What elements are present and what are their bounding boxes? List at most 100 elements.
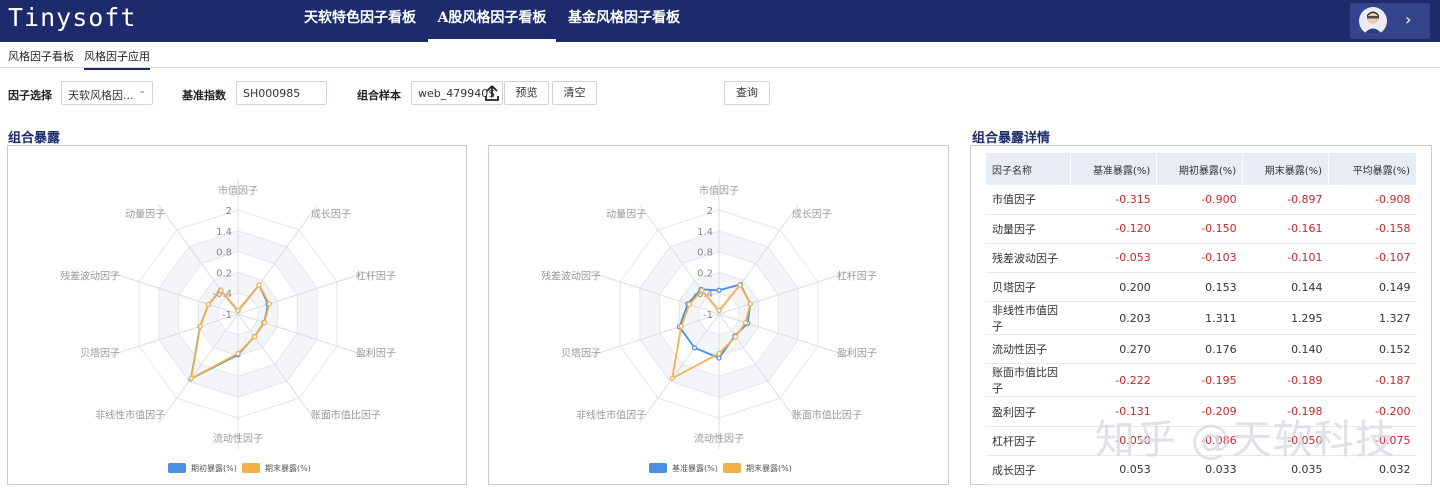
table-row: 残差波动因子 -0.053 -0.103 -0.101 -0.107 bbox=[986, 243, 1417, 274]
exposure-value-cell: 0.200 bbox=[1070, 272, 1157, 303]
radar-point bbox=[686, 301, 692, 307]
radar-point bbox=[218, 287, 224, 294]
radar-axis-label: 账面市值比因子 bbox=[311, 408, 381, 421]
radar-axis-label: 市值因子 bbox=[699, 184, 739, 197]
exposure-value-cell: -0.101 bbox=[1242, 243, 1329, 274]
exposure-detail-panel: 因子名称 基准暴露(%) 期初暴露(%) 期末暴露(%) 平均暴露(%) 市值因… bbox=[970, 145, 1432, 486]
factor-name-cell: 流动性因子 bbox=[986, 334, 1071, 365]
radar-point bbox=[188, 375, 194, 381]
radar-chart-panel-2: 2 1.4 0.8 0.2 -0.4 -1 市值因子 成长因子 杠杆因子 盈利因子 账面市值比因子流… bbox=[488, 145, 949, 485]
exposure-value-cell: 1.295 bbox=[1242, 301, 1329, 336]
subtab-style-application[interactable]: 风格因子应用 bbox=[84, 48, 150, 70]
table-row: 账面市值比因子 -0.222 -0.195 -0.189 -0.187 bbox=[986, 363, 1417, 398]
radar-point bbox=[261, 319, 268, 326]
top-nav-bar: Tinysoft 天软特色因子看板 A股风格因子看板 基金风格因子看板 › bbox=[0, 0, 1440, 42]
nav-tab-tinysoft-factors[interactable]: 天软特色因子看板 bbox=[300, 0, 420, 42]
factor-name-cell: 非线性市值因子 bbox=[986, 301, 1071, 336]
radar-tick-label: 0.8 bbox=[216, 248, 232, 259]
subtab-style-dashboard[interactable]: 风格因子看板 bbox=[8, 48, 74, 64]
clear-button[interactable]: 清空 bbox=[552, 81, 597, 105]
table-row: 贝塔因子 0.200 0.153 0.144 0.149 bbox=[986, 272, 1417, 303]
radar-axis-label: 市值因子 bbox=[218, 184, 258, 197]
chevron-down-icon: ⌄ bbox=[138, 86, 146, 96]
exposure-value-cell: -0.050 bbox=[1242, 426, 1329, 456]
factor-name-cell: 市值因子 bbox=[986, 185, 1071, 215]
radar-axis-label: 盈利因子 bbox=[356, 347, 396, 359]
exposure-value-cell: -0.900 bbox=[1156, 185, 1243, 215]
radar-point bbox=[197, 323, 203, 329]
exposure-value-cell: 1.327 bbox=[1328, 301, 1417, 336]
exposure-value-cell: -0.189 bbox=[1242, 363, 1329, 398]
exposure-value-cell: -0.315 bbox=[1070, 185, 1157, 215]
factor-select[interactable]: 天软风格因... ⌄ bbox=[61, 81, 153, 105]
exposure-value-cell: -0.053 bbox=[1070, 243, 1157, 274]
radar-tick-label: -1 bbox=[703, 310, 713, 321]
exposure-value-cell: 0.149 bbox=[1328, 272, 1417, 303]
factor-name-cell: 账面市值比因子 bbox=[986, 363, 1071, 398]
radar-tick-label: -1 bbox=[222, 310, 232, 321]
exposure-value-cell: -0.131 bbox=[1070, 396, 1157, 427]
radar-point bbox=[699, 287, 705, 294]
exposure-value-cell: 0.140 bbox=[1242, 334, 1329, 365]
col-header-factor: 因子名称 bbox=[986, 153, 1072, 185]
exposure-value-cell: -0.200 bbox=[1328, 396, 1417, 427]
radar-tick-label: 0.8 bbox=[697, 248, 713, 259]
benchmark-input[interactable]: SH000985 bbox=[236, 81, 327, 105]
user-menu[interactable]: › bbox=[1350, 3, 1430, 39]
factor-select-label: 因子选择 bbox=[8, 89, 52, 102]
sub-tab-bar: 风格因子看板 风格因子应用 bbox=[0, 42, 1440, 70]
nav-tab-fund-style[interactable]: 基金风格因子看板 bbox=[562, 0, 686, 42]
exposure-value-cell: -0.198 bbox=[1242, 396, 1329, 427]
radar-point bbox=[205, 301, 211, 307]
exposure-value-cell: -0.161 bbox=[1242, 214, 1329, 244]
exposure-value-cell: 0.152 bbox=[1328, 334, 1417, 365]
avatar bbox=[1359, 7, 1387, 35]
nav-tab-a-share-style[interactable]: A股风格因子看板 bbox=[428, 0, 556, 42]
radar-axis-label: 流动性因子 bbox=[213, 432, 263, 445]
legend-swatch bbox=[168, 463, 186, 473]
radar-axis-label: 贝塔因子 bbox=[561, 346, 601, 359]
detail-section-title: 组合暴露详情 bbox=[972, 131, 1051, 146]
radar-tick-label: 2 bbox=[707, 206, 713, 217]
radar-point bbox=[716, 350, 722, 357]
factor-name-cell: 贝塔因子 bbox=[986, 272, 1071, 303]
radar-axis-label: 流动性因子 bbox=[694, 432, 744, 445]
radar-axis-label: 动量因子 bbox=[606, 209, 646, 221]
benchmark-label: 基准指数 bbox=[182, 89, 226, 102]
factor-name-cell: 残差波动因子 bbox=[986, 243, 1071, 274]
radar-axis-label: 动量因子 bbox=[125, 209, 165, 221]
table-row: 非线性市值因子 0.203 1.311 1.295 1.327 bbox=[986, 301, 1417, 336]
legend-label: 期末暴露(%) bbox=[746, 463, 792, 473]
exposure-section-title: 组合暴露 bbox=[8, 131, 61, 146]
exposure-value-cell: -0.222 bbox=[1070, 363, 1157, 398]
radar-tick-label: 0.2 bbox=[216, 268, 232, 279]
exposure-value-cell: 0.032 bbox=[1328, 455, 1417, 486]
exposure-value-cell: -0.158 bbox=[1328, 214, 1417, 244]
radar-axis-label: 残差波动因子 bbox=[541, 270, 601, 283]
exposure-value-cell: -0.075 bbox=[1328, 426, 1417, 456]
exposure-value-cell: 0.203 bbox=[1070, 301, 1157, 336]
exposure-value-cell: 0.176 bbox=[1156, 334, 1243, 365]
legend-swatch bbox=[649, 463, 667, 473]
table-row: 成长因子 0.053 0.033 0.035 0.032 bbox=[986, 455, 1417, 486]
col-header-final: 期末暴露(%) bbox=[1242, 153, 1330, 185]
radar-tick-label: 0.2 bbox=[697, 268, 713, 279]
preview-button[interactable]: 预览 bbox=[504, 81, 549, 105]
radar-axis-label: 杠杆因子 bbox=[837, 270, 877, 283]
exposure-value-cell: 0.153 bbox=[1156, 272, 1243, 303]
exposure-value-cell: -0.209 bbox=[1156, 396, 1243, 427]
exposure-value-cell: 0.270 bbox=[1070, 334, 1157, 365]
radar-point bbox=[716, 355, 722, 361]
factor-name-cell: 杠杆因子 bbox=[986, 426, 1071, 456]
table-row: 市值因子 -0.315 -0.900 -0.897 -0.908 bbox=[986, 185, 1417, 215]
radar-point bbox=[235, 307, 241, 314]
col-header-initial: 期初暴露(%) bbox=[1156, 153, 1244, 185]
factor-name-cell: 动量因子 bbox=[986, 214, 1071, 244]
radar-point bbox=[669, 375, 675, 381]
upload-icon[interactable] bbox=[484, 84, 500, 102]
radar-chart-panel-1: 2 1.4 0.8 0.2 -0.4 -1 市值因子 成长因子 杠杆因子 盈利因子 账面市值比因子流… bbox=[7, 145, 467, 485]
radar-axis-label: 成长因子 bbox=[311, 209, 351, 221]
query-button[interactable]: 查询 bbox=[724, 81, 770, 105]
radar-tick-label: 1.4 bbox=[697, 227, 713, 238]
radar-chart-2: 21.40.80.2-0.4-1市值因子成长因子杠杆因子盈利因子账面市值比因子流… bbox=[541, 178, 877, 473]
